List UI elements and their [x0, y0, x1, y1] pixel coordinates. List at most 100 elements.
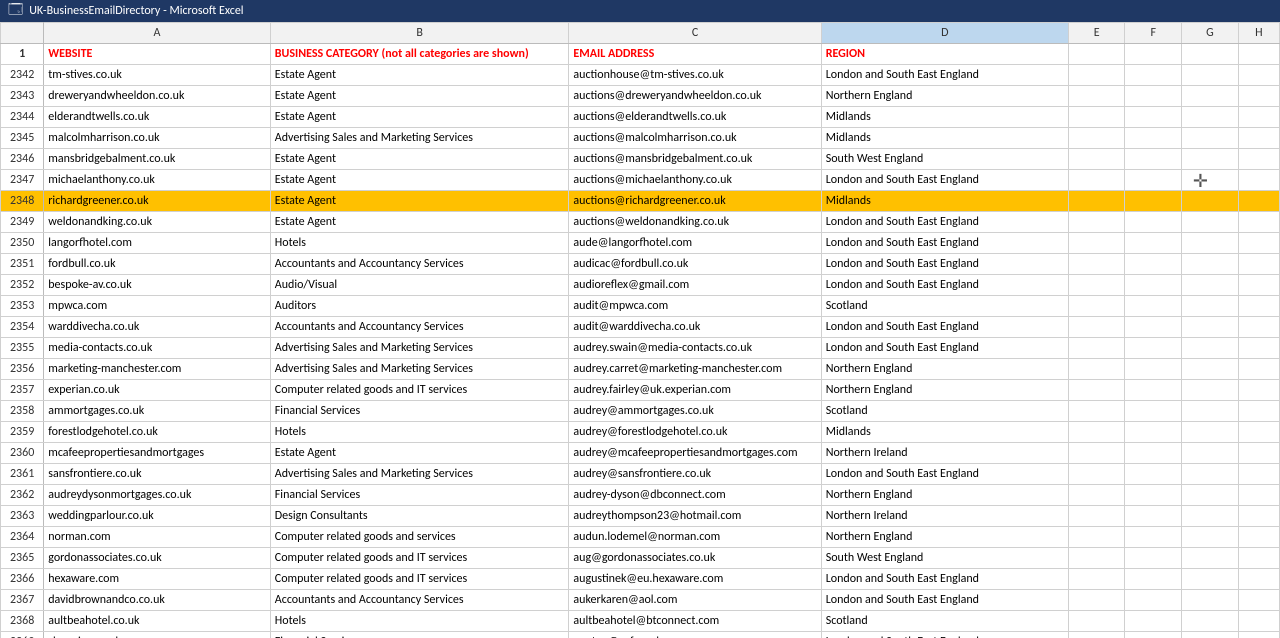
cell-empty-h — [1238, 86, 1279, 107]
cell-email: audrey@ammortgages.co.uk — [569, 401, 821, 422]
cell-email: aug@gordonassociates.co.uk — [569, 548, 821, 569]
cell-empty-g — [1182, 170, 1239, 191]
table-row[interactable]: 2360mcafeepropertiesandmortgagesEstate A… — [1, 443, 1280, 464]
row-num-1: 1 — [1, 44, 44, 65]
cell-empty-e — [1068, 611, 1125, 632]
header-h — [1238, 44, 1279, 65]
row-number: 2360 — [1, 443, 44, 464]
cell-empty-g — [1182, 632, 1239, 638]
table-row[interactable]: 2357experian.co.ukComputer related goods… — [1, 380, 1280, 401]
table-row[interactable]: 2367davidbrownandco.co.ukAccountants and… — [1, 590, 1280, 611]
col-header-e[interactable]: E — [1068, 23, 1125, 44]
cell-empty-e — [1068, 569, 1125, 590]
cell-email: audun.lodemel@norman.com — [569, 527, 821, 548]
cell-website: michaelanthony.co.uk — [44, 170, 271, 191]
cell-empty-h — [1238, 254, 1279, 275]
table-row[interactable]: 2345malcolmharrison.co.ukAdvertising Sal… — [1, 128, 1280, 149]
col-header-d[interactable]: D — [821, 23, 1068, 44]
cell-empty-f — [1125, 338, 1182, 359]
cell-empty-f — [1125, 86, 1182, 107]
table-row[interactable]: 2369sherwins.co.ukFinancial Servicesaupt… — [1, 632, 1280, 638]
cell-website: weldonandking.co.uk — [44, 212, 271, 233]
table-row[interactable]: 2355media-contacts.co.ukAdvertising Sale… — [1, 338, 1280, 359]
row-number: 2359 — [1, 422, 44, 443]
cell-email: auctions@malcolmharrison.co.uk — [569, 128, 821, 149]
table-row[interactable]: 2365gordonassociates.co.ukComputer relat… — [1, 548, 1280, 569]
cell-empty-e — [1068, 464, 1125, 485]
table-row[interactable]: 2364norman.comComputer related goods and… — [1, 527, 1280, 548]
title-bar: 🗔 UK-BusinessEmailDirectory - Microsoft … — [0, 0, 1280, 22]
table-row[interactable]: 2368aultbeahotel.co.ukHotelsaultbeahotel… — [1, 611, 1280, 632]
cell-website: richardgreener.co.uk — [44, 191, 271, 212]
cell-email: audrey.fairley@uk.experian.com — [569, 380, 821, 401]
table-row[interactable]: 2358ammortgages.co.ukFinancial Servicesa… — [1, 401, 1280, 422]
header-website: WEBSITE — [44, 44, 271, 65]
cell-email: auctions@elderandtwells.co.uk — [569, 107, 821, 128]
excel-icon: 🗔 — [8, 0, 23, 23]
table-row[interactable]: 2359forestlodgehotel.co.ukHotelsaudrey@f… — [1, 422, 1280, 443]
cell-region: Midlands — [821, 422, 1068, 443]
row-number: 2369 — [1, 632, 44, 638]
cell-region: Northern England — [821, 485, 1068, 506]
cell-empty-g — [1182, 128, 1239, 149]
cell-empty-e — [1068, 191, 1125, 212]
header-f — [1125, 44, 1182, 65]
col-header-c[interactable]: C — [569, 23, 821, 44]
cell-empty-h — [1238, 317, 1279, 338]
header-category: BUSINESS CATEGORY (not all categories ar… — [270, 44, 569, 65]
cell-empty-f — [1125, 233, 1182, 254]
table-row[interactable]: 2349weldonandking.co.ukEstate Agentaucti… — [1, 212, 1280, 233]
cell-empty-f — [1125, 149, 1182, 170]
table-row[interactable]: 2350langorfhotel.comHotelsaude@langorfho… — [1, 233, 1280, 254]
table-row[interactable]: 2351fordbull.co.ukAccountants and Accoun… — [1, 254, 1280, 275]
col-header-b[interactable]: B — [270, 23, 569, 44]
cell-empty-e — [1068, 359, 1125, 380]
cell-region: Scotland — [821, 296, 1068, 317]
cell-region: Scotland — [821, 401, 1068, 422]
table-row[interactable]: 2354warddivecha.co.ukAccountants and Acc… — [1, 317, 1280, 338]
cell-empty-e — [1068, 170, 1125, 191]
cell-category: Advertising Sales and Marketing Services — [270, 359, 569, 380]
cell-empty-g — [1182, 212, 1239, 233]
table-row[interactable]: 2347michaelanthony.co.ukEstate Agentauct… — [1, 170, 1280, 191]
col-header-g[interactable]: G — [1182, 23, 1239, 44]
table-row[interactable]: 2353mpwca.comAuditorsaudit@mpwca.comScot… — [1, 296, 1280, 317]
table-row[interactable]: 2343dreweryandwheeldon.co.ukEstate Agent… — [1, 86, 1280, 107]
cell-category: Audio/Visual — [270, 275, 569, 296]
cell-email: audit@warddivecha.co.uk — [569, 317, 821, 338]
row-number: 2342 — [1, 65, 44, 86]
cell-empty-h — [1238, 338, 1279, 359]
cell-empty-e — [1068, 65, 1125, 86]
row-number: 2347 — [1, 170, 44, 191]
col-header-h[interactable]: H — [1238, 23, 1279, 44]
table-row[interactable]: 2363weddingparlour.co.ukDesign Consultan… — [1, 506, 1280, 527]
row-number: 2346 — [1, 149, 44, 170]
table-row[interactable]: 2362audreydysonmortgages.co.ukFinancial … — [1, 485, 1280, 506]
table-row[interactable]: 2346mansbridgebalment.co.ukEstate Agenta… — [1, 149, 1280, 170]
row-number: 2348 — [1, 191, 44, 212]
col-header-a[interactable]: A — [44, 23, 271, 44]
table-row[interactable]: 2361sansfrontiere.co.ukAdvertising Sales… — [1, 464, 1280, 485]
cell-empty-h — [1238, 359, 1279, 380]
cell-empty-g — [1182, 443, 1239, 464]
table-row[interactable]: 2352bespoke-av.co.ukAudio/Visualaudioref… — [1, 275, 1280, 296]
cell-empty-f — [1125, 254, 1182, 275]
cell-empty-f — [1125, 527, 1182, 548]
cell-website: experian.co.uk — [44, 380, 271, 401]
row-number: 2354 — [1, 317, 44, 338]
cell-empty-e — [1068, 632, 1125, 638]
cell-empty-g — [1182, 527, 1239, 548]
col-header-f[interactable]: F — [1125, 23, 1182, 44]
cell-empty-e — [1068, 338, 1125, 359]
table-row[interactable]: 2342tm-stives.co.ukEstate Agentauctionho… — [1, 65, 1280, 86]
table-row[interactable]: 2356marketing-manchester.comAdvertising … — [1, 359, 1280, 380]
cell-empty-g — [1182, 65, 1239, 86]
table-row[interactable]: 2348richardgreener.co.ukEstate Agentauct… — [1, 191, 1280, 212]
cell-empty-h — [1238, 590, 1279, 611]
cell-email: audrey.carret@marketing-manchester.com — [569, 359, 821, 380]
cell-email: audit@mpwca.com — [569, 296, 821, 317]
table-row[interactable]: 2366hexaware.comComputer related goods a… — [1, 569, 1280, 590]
table-row[interactable]: 2344elderandtwells.co.ukEstate Agentauct… — [1, 107, 1280, 128]
cell-empty-h — [1238, 128, 1279, 149]
cell-region: Northern Ireland — [821, 443, 1068, 464]
